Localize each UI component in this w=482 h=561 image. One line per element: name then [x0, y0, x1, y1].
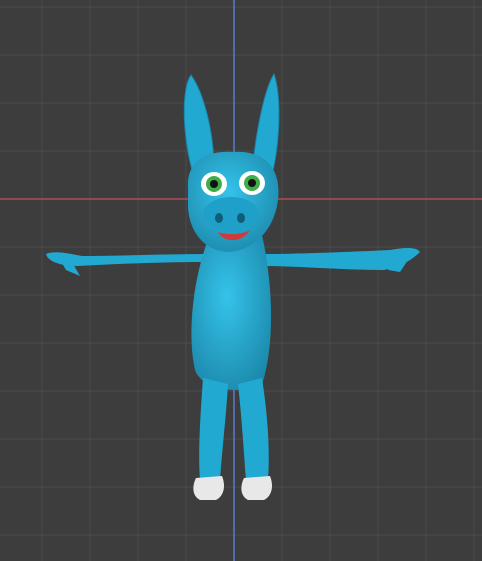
viewport-canvas[interactable] — [0, 0, 482, 561]
snout — [203, 197, 259, 231]
3d-viewport[interactable] — [0, 0, 482, 561]
torso — [191, 235, 272, 390]
left-hoof — [193, 476, 224, 500]
left-pupil — [210, 180, 218, 188]
right-hoof — [241, 476, 272, 500]
left-nostril — [215, 213, 223, 223]
right-pupil — [248, 179, 256, 187]
right-nostril — [237, 213, 245, 223]
